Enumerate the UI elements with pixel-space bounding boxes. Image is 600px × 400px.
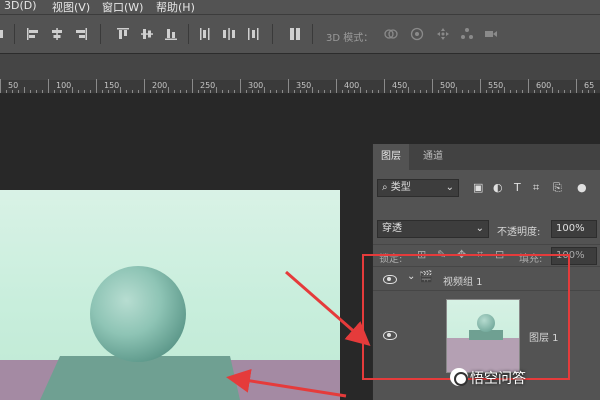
arrow-to-canvas: [226, 368, 347, 398]
annotation-arrows: [226, 270, 371, 398]
arrow-to-layers: [285, 270, 371, 346]
watermark-logo-icon: [450, 368, 468, 386]
watermark: 悟空问答: [470, 371, 526, 387]
